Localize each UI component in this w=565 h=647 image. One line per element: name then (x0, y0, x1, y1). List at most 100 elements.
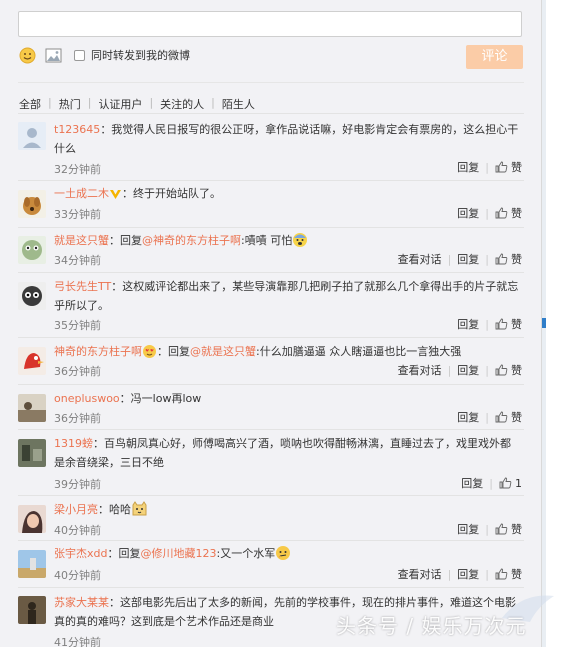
comment-text: 弓长先生TT：这权威评论都出来了，某些导演靠那几把刷子拍了就那么几个拿得出手的片… (54, 277, 520, 315)
scrollbar-marker[interactable] (542, 318, 546, 328)
avatar[interactable] (18, 439, 46, 467)
tab-hot[interactable]: 热门 (59, 96, 81, 112)
comment-user-link[interactable]: t123645 (54, 123, 100, 136)
avatar[interactable] (18, 596, 46, 624)
view-conversation-link[interactable]: 查看对话 (398, 362, 442, 378)
view-conversation-link[interactable]: 查看对话 (398, 251, 442, 267)
comment-item: 张宇杰xdd：回复@修川地藏123:又一个水军 40分钟前 查看对话 | 回复 … (18, 540, 524, 587)
reply-link[interactable]: 回复 (457, 521, 479, 537)
comment-input[interactable] (18, 11, 522, 37)
thinking-emoji-icon (275, 546, 291, 560)
comment-text: 张宇杰xdd：回复@修川地藏123:又一个水军 (54, 544, 520, 563)
view-conversation-link[interactable]: 查看对话 (398, 566, 442, 582)
tab-all[interactable]: 全部 (19, 96, 41, 112)
reply-link[interactable]: 回复 (457, 362, 479, 378)
mention-link[interactable]: @修川地藏123 (140, 547, 216, 560)
comment-actions: 查看对话 | 回复 | 赞 (398, 566, 522, 582)
like-button[interactable]: 赞 (495, 409, 522, 425)
comment-filter-tabs: 全部 | 热门 | 认证用户 | 关注的人 | 陌生人 (19, 96, 255, 112)
reply-link[interactable]: 回复 (461, 475, 483, 491)
like-button[interactable]: 赞 (495, 205, 522, 221)
avatar[interactable] (18, 122, 46, 150)
comment-body: ：回复 (157, 345, 190, 358)
repost-checkbox[interactable] (74, 49, 85, 61)
mention-link[interactable]: @神奇的东方柱子啊 (142, 234, 241, 247)
like-button[interactable]: 赞 (495, 159, 522, 175)
tab-verified[interactable]: 认证用户 (98, 96, 142, 112)
comment-item: 神奇的东方柱子啊 ：回复@就是这只蟹:什么加膳逼逼 众人瞎逼逼也比一言独大强 36… (18, 337, 524, 384)
comment-item: 就是这只蟹：回复@神奇的东方柱子啊:嘖嘖 可怕 34分钟前 查看对话 | 回复 … (18, 227, 524, 272)
page-scrollbar[interactable] (542, 0, 565, 647)
comment-user-link[interactable]: 1319螃 (54, 437, 93, 450)
emoji-icon[interactable] (18, 46, 36, 64)
comment-time: 32分钟前 (54, 163, 101, 176)
comment-body: ：终于开始站队了。 (122, 187, 221, 200)
comment-user-link[interactable]: 张宇杰xdd (54, 547, 107, 560)
thumbs-up-icon (495, 253, 508, 265)
avatar[interactable] (18, 550, 46, 578)
like-button[interactable]: 赞 (495, 362, 522, 378)
comment-item: onepluswoo：冯一low再low 36分钟前 回复 | 赞 (18, 384, 524, 429)
comment-actions: 回复 | 赞 (457, 316, 522, 332)
reply-link[interactable]: 回复 (457, 566, 479, 582)
mention-link[interactable]: @就是这只蟹 (190, 345, 256, 358)
like-button[interactable]: 1 (499, 477, 522, 490)
comment-actions: 回复 | 赞 (457, 205, 522, 221)
thumbs-up-icon (495, 207, 508, 219)
comment-user-link[interactable]: 梁小月亮 (54, 503, 98, 516)
comment-text: t123645：我觉得人民日报写的很公正呀，拿作品说话嘛，好电影肯定会有票房的，… (54, 120, 520, 158)
comment-time: 39分钟前 (54, 478, 101, 491)
action-separator: | (485, 567, 489, 581)
comment-body: ：这权威评论都出来了，某些导演靠那几把刷子拍了就那么几个拿得出手的片子就忘乎所以… (54, 280, 519, 312)
comment-time: 36分钟前 (54, 412, 101, 425)
composer-tools: 同时转发到我的微博 (18, 44, 190, 66)
reply-link[interactable]: 回复 (457, 205, 479, 221)
avatar[interactable] (18, 190, 46, 218)
reply-link[interactable]: 回复 (457, 316, 479, 332)
image-icon[interactable] (44, 46, 62, 64)
avatar[interactable] (18, 505, 46, 533)
avatar[interactable] (18, 394, 46, 422)
scared-emoji-icon (292, 233, 308, 247)
avatar[interactable] (18, 282, 46, 310)
avatar[interactable] (18, 347, 46, 375)
action-separator: | (485, 252, 489, 266)
like-button[interactable]: 赞 (495, 521, 522, 537)
like-label: 赞 (511, 207, 522, 220)
like-count: 1 (515, 476, 522, 490)
comment-item: 一土成二木 ：终于开始站队了。 33分钟前 回复 | 赞 (18, 180, 524, 227)
action-separator: | (485, 410, 489, 424)
comment-body: :又一个水军 (216, 547, 276, 560)
submit-comment-button[interactable]: 评论 (466, 45, 523, 69)
comment-user-link[interactable]: 一土成二木 (54, 187, 109, 200)
reply-link[interactable]: 回复 (457, 159, 479, 175)
comment-user-link[interactable]: 弓长先生TT (54, 280, 111, 293)
comment-text: 一土成二木 ：终于开始站队了。 (54, 184, 520, 203)
divider (18, 82, 524, 83)
comment-user-link[interactable]: 就是这只蟹 (54, 234, 109, 247)
comment-actions: 查看对话 | 回复 | 赞 (398, 362, 522, 378)
tab-separator: | (87, 96, 92, 109)
tab-following[interactable]: 关注的人 (160, 96, 204, 112)
like-label: 赞 (511, 161, 522, 174)
like-button[interactable]: 赞 (495, 316, 522, 332)
thumbs-up-icon (495, 161, 508, 173)
like-button[interactable]: 赞 (495, 251, 522, 267)
reply-link[interactable]: 回复 (457, 409, 479, 425)
thumbs-up-icon (495, 411, 508, 423)
comment-time: 35分钟前 (54, 319, 101, 332)
tab-strangers[interactable]: 陌生人 (222, 96, 255, 112)
like-button[interactable]: 赞 (495, 566, 522, 582)
comment-user-link[interactable]: 神奇的东方柱子啊 (54, 345, 142, 358)
avatar[interactable] (18, 236, 46, 264)
tab-separator: | (211, 96, 215, 109)
comment-body: :什么加膳逼逼 众人瞎逼逼也比一言独大强 (256, 345, 462, 358)
comment-text: 1319螃：百鸟朝凤真心好，师傅喝高兴了酒，唢呐也吹得酣畅淋漓，直睡过去了，戏里… (54, 434, 520, 472)
comment-user-link[interactable]: 苏家大某某 (54, 596, 109, 609)
comment-user-link[interactable]: onepluswoo (54, 392, 120, 405)
reply-link[interactable]: 回复 (457, 251, 479, 267)
watermark-text: 头条号 / 娱乐万次元 (336, 614, 527, 638)
comment-body: ：百鸟朝凤真心好，师傅喝高兴了酒，唢呐也吹得酣畅淋漓，直睡过去了，戏里戏外都是余… (54, 437, 511, 469)
action-separator: | (447, 567, 452, 581)
repost-label: 同时转发到我的微博 (91, 49, 190, 62)
